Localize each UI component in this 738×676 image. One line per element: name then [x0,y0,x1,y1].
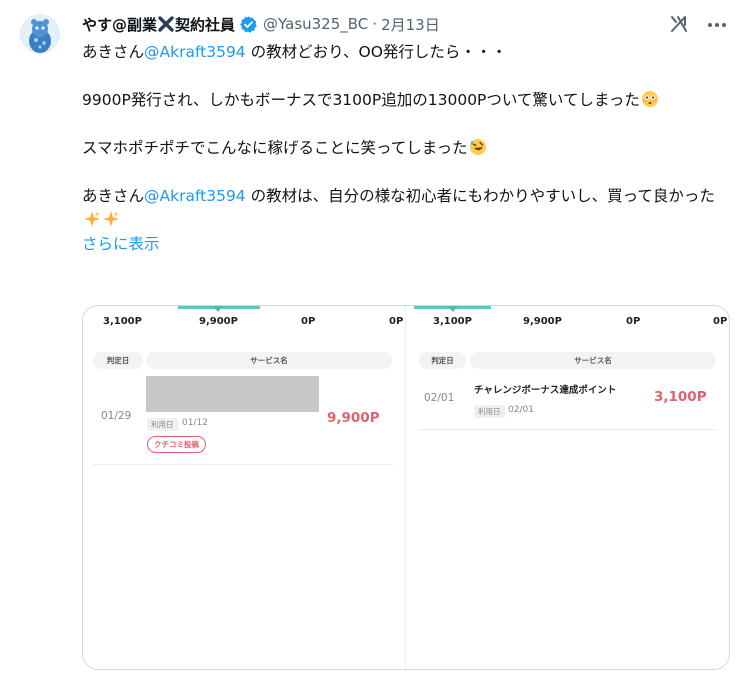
row-date: 02/01 [424,392,455,404]
review-badge: クチコミ投稿 [147,436,206,453]
display-name-suffix[interactable]: 契約社員 [175,14,235,35]
text-fragment: スマホポチポチでこんなに稼げることに笑ってしまった [82,139,468,157]
avatar-image [20,14,60,54]
use-date: 01/12 [182,418,208,428]
use-date-label: 利用日 [147,418,178,431]
points-tab: 3,100P [103,316,142,327]
cross-mark-icon [157,15,175,33]
text-fragment: あきさん [82,187,145,205]
points-tab: 0P [301,316,316,327]
sparkles-emoji [102,210,120,228]
row-date: 01/29 [101,410,132,422]
use-date: 02/01 [508,405,534,415]
show-more-link[interactable]: さらに表示 [82,235,160,253]
text-fragment: の教材どおり、OO発行したら・・・ [245,43,507,61]
service-name: チャレンジボーナス達成ポイント [474,385,617,396]
text-fragment: あきさん [82,43,145,61]
points-tab: 9,900P [199,316,238,327]
tweet-line: 9900P発行され、しかもボーナスで3100P追加の13000Pついて驚いてしま… [82,88,722,112]
points-tab: 9,900P [523,316,562,327]
column-header-date: 判定日 [93,352,143,369]
row-divider [93,464,393,465]
verified-badge-icon [239,15,258,34]
media-image-right[interactable]: 3,100P 9,900P 0P 0P 判定日 サービス名 02/01 チャレン… [406,306,729,669]
use-date-label: 利用日 [474,405,505,418]
separator-dot: · [372,15,378,33]
mention-link[interactable]: @Akraft3594 [144,187,246,205]
tweet-header: やす@副業 契約社員 @Yasu325_BC · 2月13日 [82,12,440,36]
avatar[interactable] [20,14,60,54]
tweet-line: あきさん@Akraft3594 の教材どおり、OO発行したら・・・ [82,40,722,64]
mention-link[interactable]: @Akraft3594 [144,43,246,61]
column-header-date: 判定日 [419,352,466,369]
column-header-service: サービス名 [470,352,716,369]
rofl-emoji [469,138,487,156]
points-tab: 0P [389,316,404,327]
points-amount: 9,900P [327,410,380,426]
points-tab: 0P [626,316,641,327]
column-header-service: サービス名 [146,352,392,369]
flushed-face-emoji [641,90,659,108]
tweet-media[interactable]: 3,100P 9,900P 0P 0P 判定日 サービス名 01/29 利用日 … [82,305,730,670]
points-tab: 0P [713,316,728,327]
row-divider [419,429,716,430]
sparkles-emoji [83,210,101,228]
tab-pointer [213,306,223,312]
tweet-date[interactable]: 2月13日 [381,14,440,35]
text-fragment: の教材は、自分の様な初心者にもわかりやすいし、買って良かった [245,187,715,205]
tweet-line: あきさん@Akraft3594 の教材は、自分の様な初心者にもわかりやすいし、買… [82,184,722,232]
points-amount: 3,100P [654,389,707,405]
more-options-icon[interactable] [706,14,728,36]
tweet-line: スマホポチポチでこんなに稼げることに笑ってしまった [82,136,722,160]
redacted-service-name [146,376,319,412]
tab-pointer [448,306,458,312]
points-tab: 3,100P [433,316,472,327]
tweet-text: あきさん@Akraft3594 の教材どおり、OO発行したら・・・ 9900P発… [82,40,722,256]
user-handle[interactable]: @Yasu325_BC [263,15,368,33]
grok-icon[interactable] [668,13,690,35]
display-name[interactable]: やす@副業 [82,14,157,35]
text-fragment: 9900P発行され、しかもボーナスで3100P追加の13000Pついて驚いてしま… [82,91,640,109]
media-image-left[interactable]: 3,100P 9,900P 0P 0P 判定日 サービス名 01/29 利用日 … [83,306,406,669]
